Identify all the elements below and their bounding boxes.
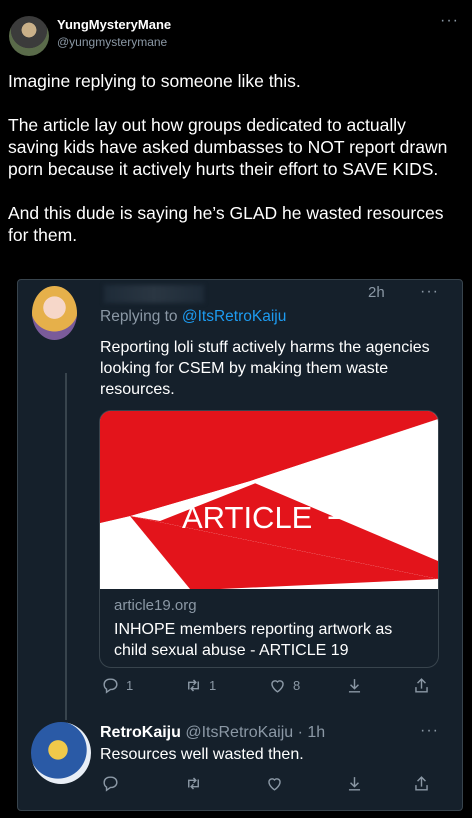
more-options-icon[interactable]: ··· bbox=[440, 12, 459, 30]
retweet-button[interactable] bbox=[184, 774, 203, 793]
download-icon bbox=[348, 777, 361, 791]
display-name[interactable]: RetroKaiju bbox=[100, 724, 181, 741]
like-button[interactable]: 8 bbox=[268, 676, 300, 695]
mention-link[interactable]: @ItsRetroKaiju bbox=[182, 308, 286, 325]
tweet-paragraph: And this dude is saying he’s GLAD he was… bbox=[8, 203, 444, 245]
article19-logo: ARTICLE 19 bbox=[100, 411, 438, 589]
timestamp[interactable]: 2h bbox=[368, 284, 385, 301]
reply-icon bbox=[103, 678, 118, 694]
reply-button[interactable] bbox=[101, 774, 120, 793]
download-icon bbox=[348, 679, 361, 693]
like-button[interactable] bbox=[265, 774, 284, 793]
redacted-name bbox=[104, 285, 204, 303]
share-button[interactable] bbox=[412, 774, 431, 793]
reply-text: Reporting loli stuff actively harms the … bbox=[100, 339, 430, 398]
retweet-button[interactable]: 1 bbox=[184, 676, 216, 695]
link-domain: article19.org bbox=[114, 597, 197, 614]
tweet-paragraph: The article lay out how groups dedicated… bbox=[8, 115, 448, 179]
retweet-count: 1 bbox=[209, 678, 217, 693]
reply-count: 1 bbox=[126, 678, 134, 693]
link-title: INHOPE members reporting artwork as chil… bbox=[114, 621, 393, 659]
reply-icon bbox=[103, 776, 118, 792]
replying-prefix: Replying to bbox=[100, 308, 182, 325]
avatar[interactable] bbox=[9, 16, 49, 56]
retweet-icon bbox=[188, 777, 199, 790]
more-options-icon[interactable]: ··· bbox=[420, 722, 439, 740]
link-card[interactable]: ARTICLE 19 article19.org INHOPE members … bbox=[99, 410, 439, 668]
share-icon bbox=[415, 678, 428, 693]
heart-icon bbox=[271, 680, 284, 693]
share-icon bbox=[415, 776, 428, 791]
username[interactable]: @yungmysterymane bbox=[57, 35, 167, 49]
share-button[interactable] bbox=[345, 676, 364, 695]
share-button[interactable] bbox=[345, 774, 364, 793]
article19-logo-image: ARTICLE 19 bbox=[100, 411, 438, 589]
reply-text: Resources well wasted then. bbox=[100, 746, 304, 763]
logo-number: 19 bbox=[326, 489, 363, 526]
share-button[interactable] bbox=[412, 676, 431, 695]
more-options-icon[interactable]: ··· bbox=[420, 283, 439, 301]
avatar[interactable] bbox=[31, 722, 91, 784]
reply-header: RetroKaiju @ItsRetroKaiju · 1h bbox=[100, 724, 325, 742]
display-name[interactable]: YungMysteryMane bbox=[57, 17, 171, 32]
retweet-icon bbox=[188, 679, 199, 692]
thread-line bbox=[65, 373, 67, 720]
replying-to: Replying to @ItsRetroKaiju bbox=[100, 308, 286, 326]
heart-icon bbox=[268, 778, 281, 791]
username-time[interactable]: @ItsRetroKaiju · 1h bbox=[181, 724, 325, 741]
like-count: 8 bbox=[293, 678, 301, 693]
logo-text: ARTICLE bbox=[182, 500, 312, 535]
tweet-text: Imagine replying to someone like this. T… bbox=[8, 70, 458, 268]
reply-button[interactable]: 1 bbox=[101, 676, 133, 695]
avatar[interactable] bbox=[32, 286, 77, 340]
tweet-paragraph: Imagine replying to someone like this. bbox=[8, 71, 301, 91]
